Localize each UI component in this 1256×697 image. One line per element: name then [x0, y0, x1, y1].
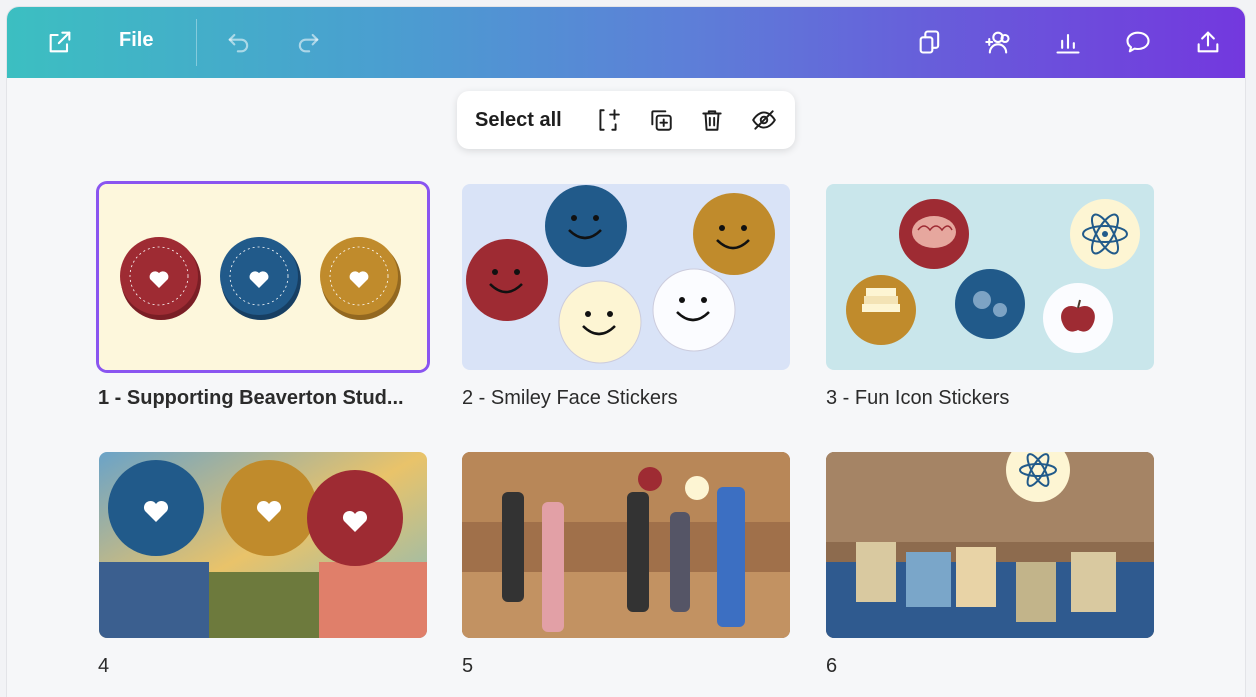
undo-icon[interactable]: [221, 24, 257, 60]
page-5-preview: [462, 452, 790, 638]
redo-icon[interactable]: [290, 24, 326, 60]
smiley-cream-icon: [558, 280, 642, 364]
page-thumbnail-1[interactable]: [99, 184, 427, 370]
apple-sticker-icon: [1043, 283, 1113, 353]
page-caption-3[interactable]: 3 - Fun Icon Stickers: [826, 387, 1009, 410]
smiley-white-icon: [652, 268, 736, 352]
page-4-preview: [99, 452, 427, 638]
smiley-cream-icon: [685, 476, 709, 500]
page-selection-toolbar: Select all: [457, 91, 795, 149]
add-page-icon[interactable]: [593, 105, 623, 135]
page-thumbnail-6[interactable]: [826, 452, 1154, 638]
page-thumbnail-3[interactable]: [826, 184, 1154, 370]
insights-icon[interactable]: [1050, 24, 1086, 60]
books-sticker-icon: [846, 275, 916, 345]
select-all-button[interactable]: Select all: [475, 109, 562, 132]
smiley-gold-icon: [693, 193, 775, 275]
page-3-preview: [826, 184, 1154, 370]
open-external-icon[interactable]: [42, 24, 78, 60]
sticker-blue-icon: [108, 460, 204, 556]
top-bar: File: [7, 7, 1245, 78]
share-people-icon[interactable]: [980, 24, 1016, 60]
page-caption-4[interactable]: 4: [98, 655, 109, 678]
page-thumbnail-2[interactable]: [462, 184, 790, 370]
page-caption-2[interactable]: 2 - Smiley Face Stickers: [462, 387, 678, 410]
page-caption-6[interactable]: 6: [826, 655, 837, 678]
brain-sticker-icon: [899, 199, 969, 269]
gears-sticker-icon: [955, 269, 1025, 339]
page-1-preview: [99, 184, 427, 370]
comment-icon[interactable]: [1120, 24, 1156, 60]
page-6-preview: [826, 452, 1154, 638]
page-2-preview: [462, 184, 790, 370]
pages-icon[interactable]: [912, 24, 948, 60]
sticker-gold-icon: [221, 460, 317, 556]
export-icon[interactable]: [1190, 24, 1226, 60]
page-thumbnail-5[interactable]: [462, 452, 790, 638]
duplicate-page-icon[interactable]: [646, 105, 676, 135]
page-caption-5[interactable]: 5: [462, 655, 473, 678]
page-caption-1[interactable]: 1 - Supporting Beaverton Stud...: [98, 387, 404, 410]
smiley-blue-icon: [545, 185, 627, 267]
editor-frame: File Select all 1 - Supporting Beaverton…: [7, 7, 1245, 697]
file-menu-button[interactable]: File: [119, 29, 153, 52]
atom-sticker-icon: [1070, 199, 1140, 269]
delete-icon[interactable]: [697, 105, 727, 135]
topbar-divider: [196, 19, 197, 66]
smiley-red-icon: [466, 239, 548, 321]
hide-page-icon[interactable]: [749, 105, 779, 135]
page-thumbnail-4[interactable]: [99, 452, 427, 638]
sticker-red-icon: [307, 470, 403, 566]
smiley-red-icon: [638, 467, 662, 491]
